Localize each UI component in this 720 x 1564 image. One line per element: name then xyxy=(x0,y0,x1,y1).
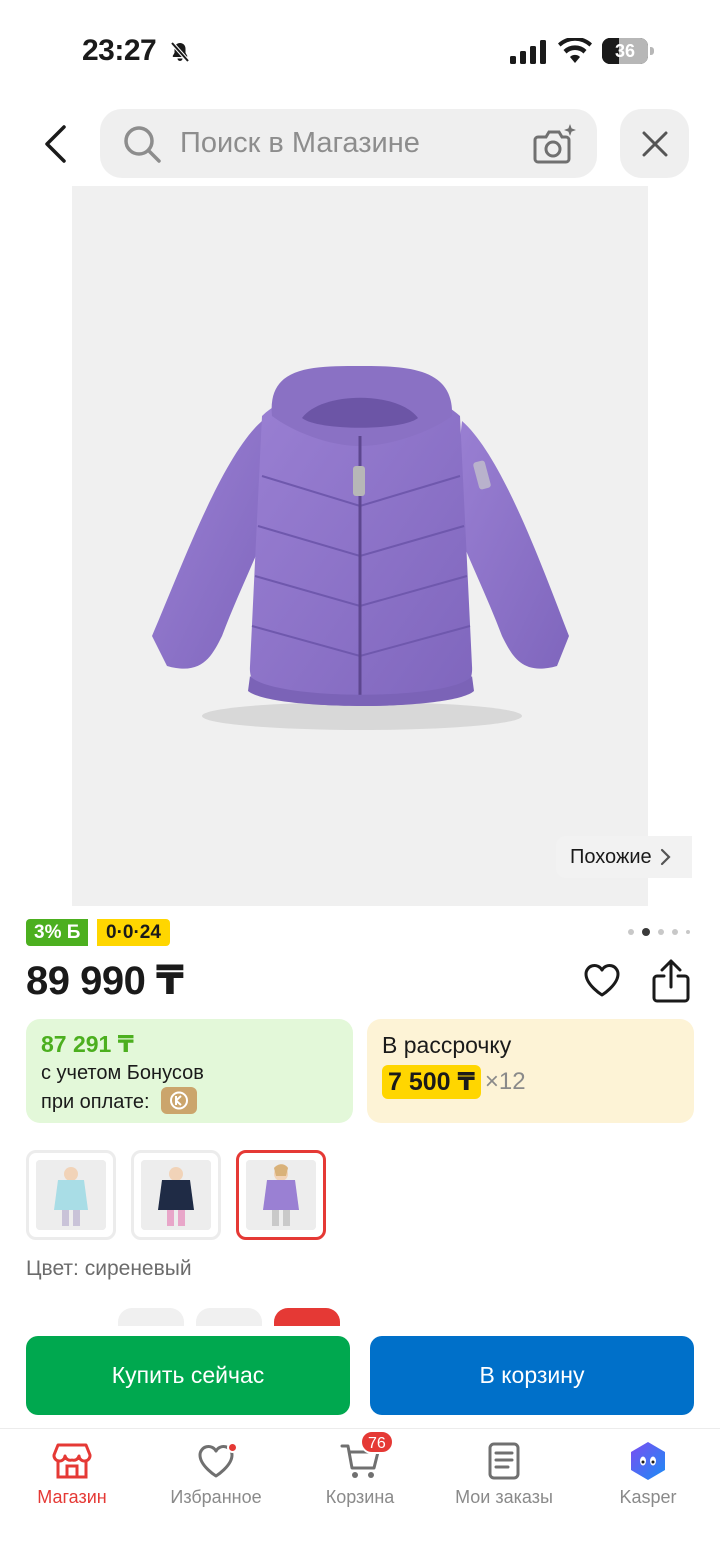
size-option[interactable] xyxy=(274,1308,340,1326)
tab-orders[interactable]: Мои заказы xyxy=(432,1429,576,1529)
battery-percent: 36 xyxy=(614,41,636,61)
cellular-signal-icon xyxy=(510,40,546,64)
installment-badge: 0·0·24 xyxy=(97,919,170,946)
pagination-dot xyxy=(628,929,634,935)
installment-card[interactable]: В рассрочку 7 500 ₸ ×12 xyxy=(367,1019,694,1123)
share-icon[interactable] xyxy=(650,958,692,1004)
close-icon xyxy=(642,131,667,156)
add-to-cart-button[interactable]: В корзину xyxy=(370,1336,694,1415)
tab-store[interactable]: Магазин xyxy=(0,1429,144,1529)
tab-label: Магазин xyxy=(37,1487,107,1507)
tab-label: Корзина xyxy=(325,1487,395,1507)
bonus-price-card[interactable]: 87 291 ₸ с учетом Бонусов при оплате: xyxy=(26,1019,353,1123)
color-label: Цвет: сиреневый xyxy=(26,1257,192,1280)
size-option[interactable] xyxy=(118,1308,184,1326)
product-price: 89 990 ₸ xyxy=(26,959,184,1003)
pagination-dot xyxy=(686,930,690,934)
status-time: 23:27 xyxy=(82,34,157,67)
bell-muted-icon xyxy=(170,41,190,63)
installment-amount: 7 500 ₸ xyxy=(382,1065,481,1099)
color-thumbnail-image xyxy=(36,1160,106,1230)
installment-title: В рассрочку xyxy=(382,1032,512,1058)
tab-favorites[interactable]: Избранное xyxy=(144,1429,288,1529)
chevron-left-icon xyxy=(45,125,66,163)
gallery-pagination-dots xyxy=(628,928,690,936)
jacket-image xyxy=(152,366,569,730)
pagination-dot xyxy=(658,929,664,935)
heart-icon[interactable] xyxy=(582,960,622,1000)
search-input[interactable]: Поиск в Магазине xyxy=(180,109,520,178)
battery-indicator: 36 xyxy=(602,38,654,64)
kasper-icon xyxy=(631,1442,665,1480)
installment-months: ×12 xyxy=(484,1068,526,1095)
bonus-line-2-row: при оплате: xyxy=(41,1087,338,1117)
camera-search-icon[interactable] xyxy=(532,123,578,165)
tab-kasper[interactable]: Kasper xyxy=(576,1429,720,1529)
size-option[interactable] xyxy=(196,1308,262,1326)
installment-row: 7 500 ₸ ×12 xyxy=(382,1065,679,1099)
similar-products-button[interactable]: Похожие xyxy=(556,836,692,878)
product-image-gallery[interactable] xyxy=(72,186,648,906)
cart-count-badge: 76 xyxy=(360,1430,394,1454)
color-option-navy[interactable] xyxy=(131,1150,221,1240)
tab-label: Мои заказы xyxy=(455,1487,553,1507)
battery-tip xyxy=(650,47,654,55)
color-option-lilac[interactable] xyxy=(236,1150,326,1240)
color-option-light-blue[interactable] xyxy=(26,1150,116,1240)
search-bar[interactable]: Поиск в Магазине xyxy=(100,109,597,178)
store-icon xyxy=(52,1443,92,1479)
bottom-tab-bar: Магазин Избранное Корзина Мои заказы Kas… xyxy=(0,1428,720,1564)
orders-icon xyxy=(488,1442,520,1480)
bonus-line-1: с учетом Бонусов xyxy=(41,1062,204,1084)
back-button[interactable] xyxy=(30,116,80,172)
bonus-price: 87 291 ₸ xyxy=(41,1031,134,1057)
buy-now-button[interactable]: Купить сейчас xyxy=(26,1336,350,1415)
bonus-line-2: при оплате: xyxy=(41,1091,150,1113)
chevron-right-icon xyxy=(660,848,671,866)
search-icon xyxy=(124,126,161,163)
similar-label: Похожие xyxy=(570,845,652,868)
color-thumbnail-image xyxy=(141,1160,211,1230)
color-thumbnail-image xyxy=(246,1160,316,1230)
favorites-notification-dot xyxy=(227,1442,238,1453)
close-button[interactable] xyxy=(620,109,689,178)
battery-body: 36 xyxy=(602,38,648,64)
cashback-badge: 3% Б xyxy=(26,919,89,946)
pagination-dot xyxy=(642,928,650,936)
tab-label: Избранное xyxy=(170,1487,262,1507)
kaspi-gold-card-icon xyxy=(161,1087,198,1115)
status-bar: 23:27 36 xyxy=(0,0,720,100)
wifi-icon xyxy=(558,38,592,63)
tab-label: Kasper xyxy=(619,1487,677,1507)
pagination-dot xyxy=(672,929,678,935)
